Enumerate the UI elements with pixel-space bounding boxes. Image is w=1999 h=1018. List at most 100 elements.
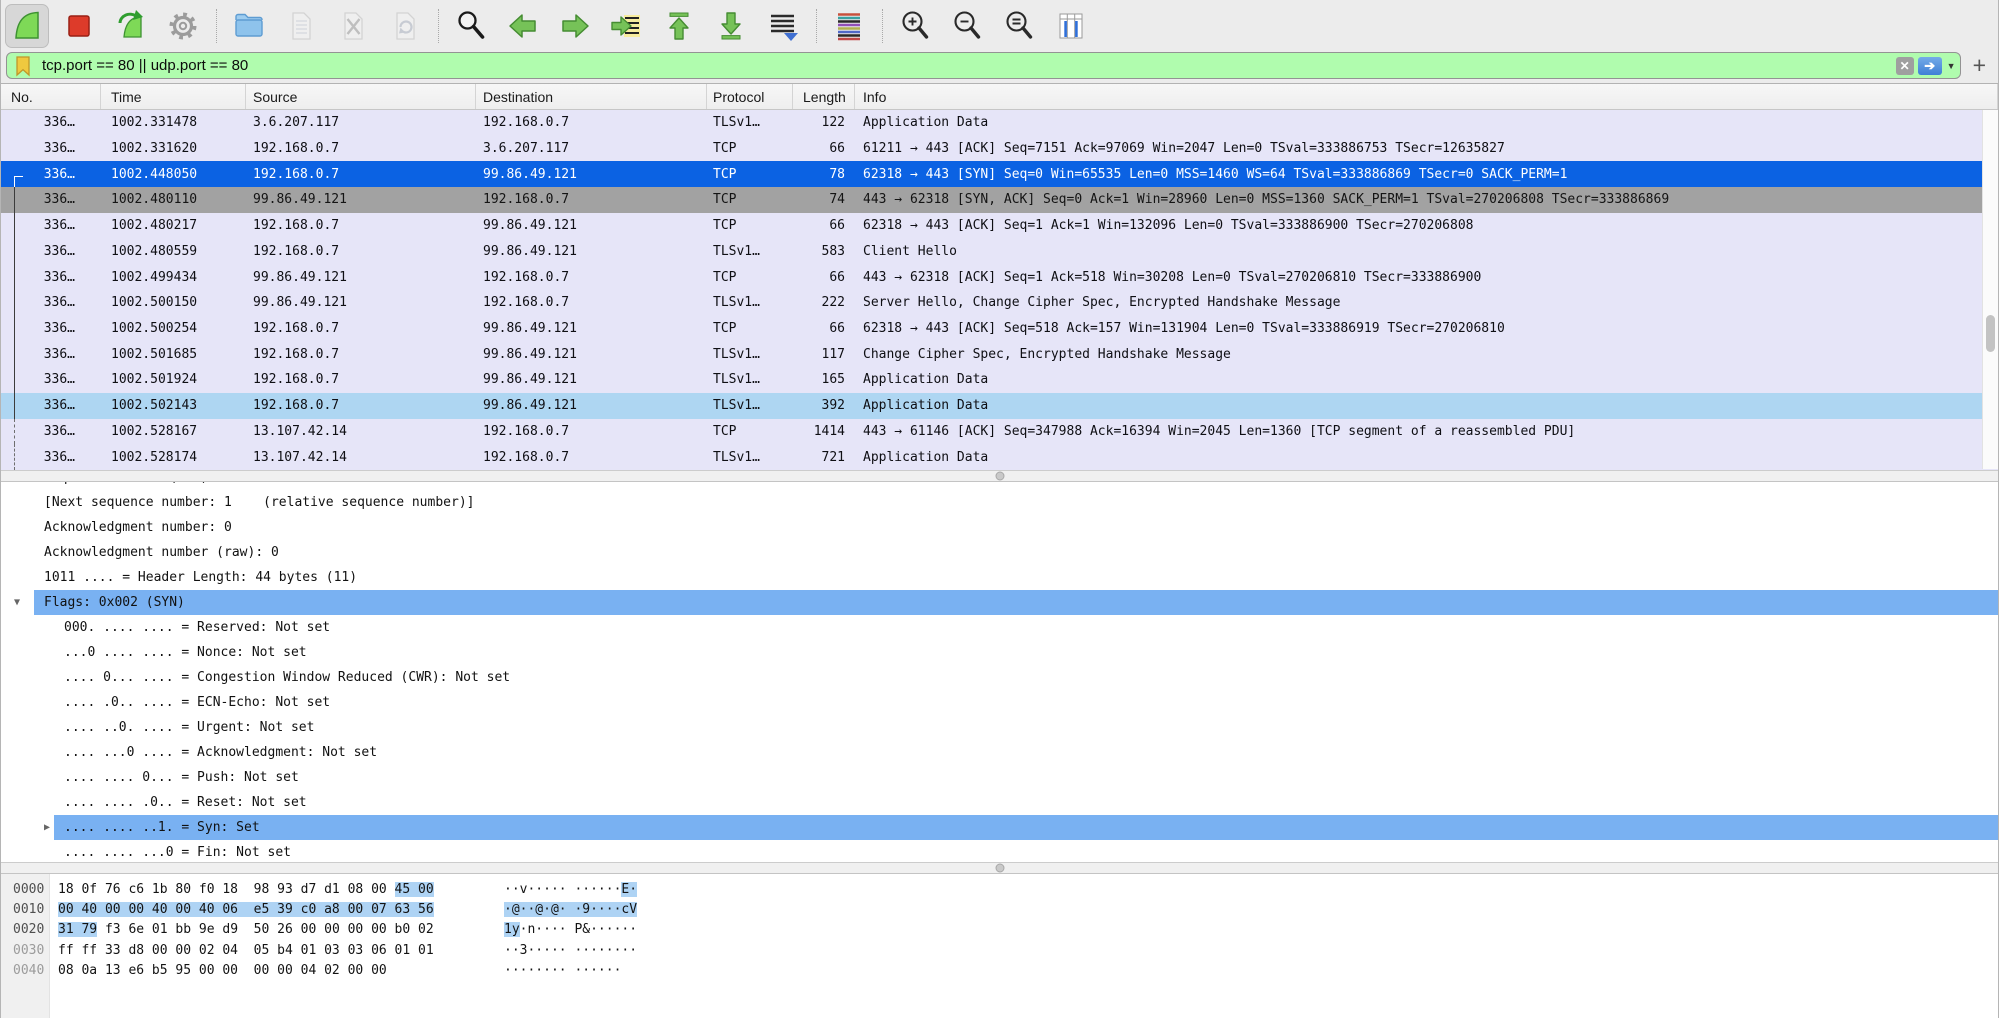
hex-row[interactable]: 001000 40 00 00 40 00 40 06 e5 39 c0 a8 … [1,899,1998,919]
packet-list-header: No.TimeSourceDestinationProtocolLengthIn… [1,84,1998,110]
detail-field[interactable]: .... .0.. .... = ECN-Echo: Not set [1,690,1998,715]
cell-info: 443 → 62318 [SYN, ACK] Seq=0 Ack=1 Win=2… [855,192,1998,207]
go-to-packet-button[interactable] [605,4,649,48]
packet-row[interactable]: 336…1002.501924192.168.0.799.86.49.121TL… [1,367,1998,393]
detail-field[interactable]: 000. .... .... = Reserved: Not set [1,615,1998,640]
packet-row[interactable]: 336…1002.48011099.86.49.121192.168.0.7TC… [1,187,1998,213]
hex-row[interactable]: 002031 79 f3 6e 01 bb 9e d9 50 26 00 00 … [1,920,1998,940]
detail-field[interactable]: Sequence number (raw): 2665041958 [1,482,1998,490]
column-header-dst[interactable]: Destination [476,84,707,109]
packet-row[interactable]: 336…1002.502143192.168.0.799.86.49.121TL… [1,393,1998,419]
auto-scroll-button[interactable] [761,4,805,48]
resize-columns-icon [1053,8,1089,44]
detail-field[interactable]: .... ...0 .... = Acknowledgment: Not set [1,740,1998,765]
restart-capture-button[interactable] [109,4,153,48]
detail-field[interactable]: .... .... ...0 = Fin: Not set [1,840,1998,862]
pane-splitter-top[interactable] [1,470,1998,482]
packet-row[interactable]: 336…1002.49943499.86.49.121192.168.0.7TC… [1,264,1998,290]
zoom-out-button[interactable] [945,4,989,48]
packet-row[interactable]: 336…1002.52816713.107.42.14192.168.0.7TC… [1,419,1998,445]
detail-field[interactable]: .... 0... .... = Congestion Window Reduc… [1,665,1998,690]
toolbar-separator [438,9,439,43]
colorize-button[interactable] [827,4,871,48]
packet-row[interactable]: 336…1002.500254192.168.0.799.86.49.121TC… [1,316,1998,342]
colorize-icon [831,8,867,44]
packet-row[interactable]: 336…1002.501685192.168.0.799.86.49.121TL… [1,341,1998,367]
column-header-info[interactable]: Info [855,84,1998,109]
detail-field[interactable]: ...0 .... .... = Nonce: Not set [1,640,1998,665]
hex-row[interactable]: 0030ff ff 33 d8 00 00 02 04 05 b4 01 03 … [1,940,1998,960]
cell-no: 336… [1,115,101,130]
pane-splitter-bottom[interactable] [1,862,1998,874]
packet-row[interactable]: 336…1002.480559192.168.0.799.86.49.121TL… [1,239,1998,265]
go-last-button[interactable] [709,4,753,48]
expander-closed-icon[interactable]: ▶ [1,822,54,833]
expander-open-icon[interactable]: ▼ [1,597,34,608]
bookmark-icon[interactable] [13,54,33,78]
filter-text[interactable]: tcp.port == 80 || udp.port == 80 [33,57,1892,74]
detail-field[interactable]: ▶.... .... ..1. = Syn: Set [1,815,1998,840]
hex-row[interactable]: 000018 0f 76 c6 1b 80 f0 18 98 93 d7 d1 … [1,879,1998,899]
cell-dst: 192.168.0.7 [476,424,707,439]
go-first-button[interactable] [657,4,701,48]
filter-bar: tcp.port == 80 || udp.port == 80 ✕ ➔ ▼ + [1,52,1998,84]
zoom-in-button[interactable] [893,4,937,48]
cell-dst: 3.6.207.117 [476,141,707,156]
highlighted-bytes: 1y [504,922,520,937]
cell-src: 192.168.0.7 [246,141,476,156]
packet-row[interactable]: 336…1002.3314783.6.207.117192.168.0.7TLS… [1,110,1998,136]
cell-src: 192.168.0.7 [246,347,476,362]
zoom-reset-button[interactable] [997,4,1041,48]
detail-field[interactable]: .... ..0. .... = Urgent: Not set [1,715,1998,740]
packet-row[interactable]: 336…1002.480217192.168.0.799.86.49.121TC… [1,213,1998,239]
cell-proto: TCP [707,270,793,285]
filter-history-caret[interactable]: ▼ [1947,61,1956,71]
hex-row[interactable]: 004008 0a 13 e6 b5 95 00 00 00 00 04 02 … [1,960,1998,980]
detail-field-text: .... .0.. .... = ECN-Echo: Not set [54,690,1998,715]
packet-list-scrollbar[interactable] [1982,110,1998,469]
detail-field-text: Acknowledgment number (raw): 0 [34,540,1998,565]
go-forward-button[interactable] [553,4,597,48]
resize-columns-button[interactable] [1049,4,1093,48]
detail-field[interactable]: .... .... 0... = Push: Not set [1,765,1998,790]
detail-field[interactable]: Acknowledgment number (raw): 0 [1,540,1998,565]
packet-row[interactable]: 336…1002.52817413.107.42.14192.168.0.7TL… [1,444,1998,470]
cell-time: 1002.331620 [101,141,246,156]
detail-field[interactable]: [Next sequence number: 1 (relative seque… [1,490,1998,515]
column-header-src[interactable]: Source [246,84,476,109]
column-header-len[interactable]: Length [793,84,855,109]
open-file-button[interactable] [227,4,271,48]
packet-row[interactable]: 336…1002.448050192.168.0.799.86.49.121TC… [1,161,1998,187]
add-filter-button[interactable]: + [1973,54,1986,77]
detail-field-text: 000. .... .... = Reserved: Not set [54,615,1998,640]
zoom-reset-icon [1001,8,1037,44]
go-back-button[interactable] [501,4,545,48]
detail-field[interactable]: .... .... .0.. = Reset: Not set [1,790,1998,815]
column-header-no[interactable]: No. [1,84,101,109]
capture-options-button[interactable] [161,4,205,48]
column-header-time[interactable]: Time [101,84,246,109]
detail-field-text: Sequence number (raw): 2665041958 [34,482,1998,490]
packet-row[interactable]: 336…1002.50015099.86.49.121192.168.0.7TL… [1,290,1998,316]
find-packet-button[interactable] [449,4,493,48]
start-capture-button[interactable] [5,4,49,48]
cell-src: 3.6.207.117 [246,115,476,130]
hex-dump-pane: 000018 0f 76 c6 1b 80 f0 18 98 93 d7 d1 … [1,874,1998,1018]
apply-filter-button[interactable]: ➔ [1918,57,1942,75]
column-header-proto[interactable]: Protocol [707,84,793,109]
cell-info: 62318 → 443 [SYN] Seq=0 Win=65535 Len=0 … [855,167,1998,182]
clear-filter-button[interactable]: ✕ [1896,57,1914,75]
cell-no: 336… [1,424,101,439]
display-filter-input[interactable]: tcp.port == 80 || udp.port == 80 ✕ ➔ ▼ [6,52,1961,79]
stop-capture-button[interactable] [57,4,101,48]
cell-info: 62318 → 443 [ACK] Seq=1 Ack=1 Win=132096… [855,218,1998,233]
packet-row[interactable]: 336…1002.331620192.168.0.73.6.207.117TCP… [1,136,1998,162]
reload-file-button [383,4,427,48]
detail-field[interactable]: Acknowledgment number: 0 [1,515,1998,540]
cell-time: 1002.499434 [101,270,246,285]
cell-dst: 99.86.49.121 [476,167,707,182]
cell-time: 1002.480217 [101,218,246,233]
detail-field[interactable]: 1011 .... = Header Length: 44 bytes (11) [1,565,1998,590]
detail-field[interactable]: ▼Flags: 0x002 (SYN) [1,590,1998,615]
scrollbar-thumb[interactable] [1986,315,1995,352]
